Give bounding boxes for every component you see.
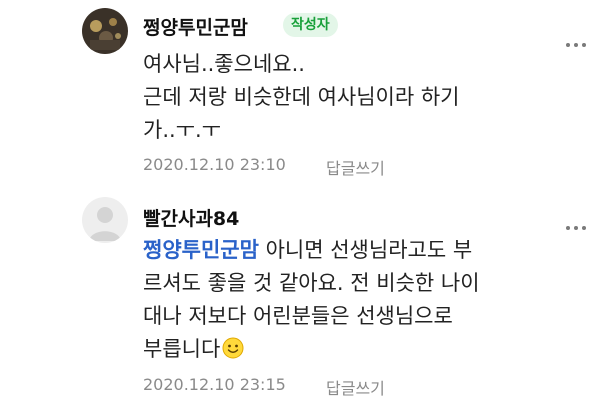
comment-text-line: 쩡양투민군맘 아니면 선생님라고도 부 bbox=[143, 235, 472, 266]
reply-button[interactable]: 답글쓰기 bbox=[326, 155, 385, 179]
author-badge: 작성자 bbox=[283, 13, 338, 37]
user-mention-link[interactable]: 쩡양투민군맘 bbox=[143, 238, 259, 262]
more-options-icon[interactable] bbox=[566, 223, 590, 233]
default-profile-icon[interactable] bbox=[82, 197, 128, 243]
comment-text-segment: 아니면 선생님라고도 부 bbox=[258, 238, 473, 262]
comment-text-line: 부릅니다 bbox=[143, 334, 244, 365]
comment-text-line: 여사님..좋으네요.. bbox=[143, 52, 305, 76]
comment-text-line: 가..ㅜ.ㅜ bbox=[143, 118, 221, 142]
comment-text-line: 대나 저보다 어린분들은 선생님으로 bbox=[143, 304, 453, 328]
comment-text-line: 근데 저랑 비슷한데 여사님이라 하기 bbox=[143, 85, 460, 109]
more-options-icon[interactable] bbox=[566, 40, 590, 50]
comment-text-line: 르셔도 좋을 것 같아요. 전 비슷한 나이 bbox=[143, 271, 480, 295]
comment-item: 쩡양투민군맘 작성자 여사님..좋으네요.. 근데 저랑 비슷한데 여사님이라 … bbox=[0, 0, 600, 185]
smiley-face-emoji-icon bbox=[222, 337, 244, 359]
reply-button[interactable]: 답글쓰기 bbox=[326, 375, 385, 399]
comment-item: 빨간사과84 쩡양투민군맘 아니면 선생님라고도 부 르셔도 좋을 것 같아요.… bbox=[0, 185, 600, 409]
comment-author[interactable]: 쩡양투민군맘 bbox=[143, 13, 248, 40]
comment-text-segment: 부릅니다 bbox=[143, 337, 221, 361]
comment-timestamp: 2020.12.10 23:10 bbox=[143, 155, 286, 174]
avatar[interactable] bbox=[82, 8, 128, 54]
comment-author[interactable]: 빨간사과84 bbox=[143, 204, 239, 231]
comment-timestamp: 2020.12.10 23:15 bbox=[143, 375, 286, 394]
